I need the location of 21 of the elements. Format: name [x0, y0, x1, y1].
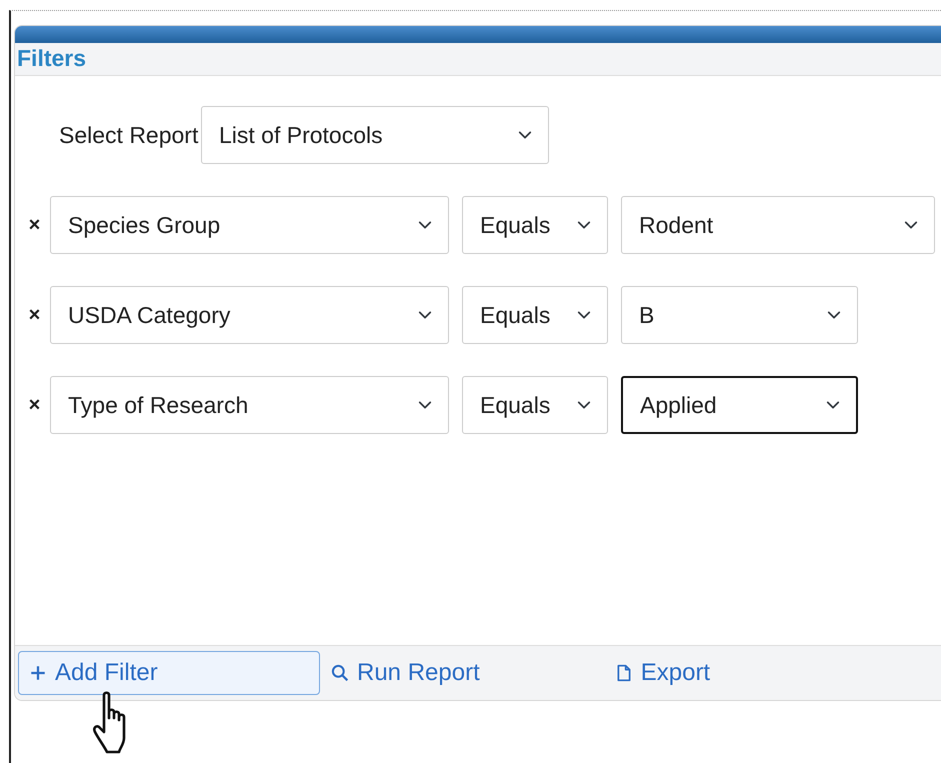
value-select[interactable]: B: [621, 286, 858, 344]
remove-filter-button[interactable]: ×: [19, 390, 50, 420]
export-link[interactable]: Export: [604, 651, 722, 695]
select-report-label: Select Report: [58, 120, 200, 150]
field-select[interactable]: Type of Research: [50, 376, 449, 434]
operator-select[interactable]: Equals: [462, 376, 608, 434]
plus-icon: [29, 664, 47, 682]
value-select[interactable]: Rodent: [621, 196, 935, 254]
run-report-link[interactable]: Run Report: [320, 651, 491, 695]
value-select[interactable]: Applied: [621, 376, 858, 434]
operator-select[interactable]: Equals: [462, 286, 608, 344]
remove-filter-button[interactable]: ×: [19, 210, 50, 240]
operator-select[interactable]: Equals: [462, 196, 608, 254]
field-select[interactable]: USDA Category: [50, 286, 449, 344]
field-select[interactable]: Species Group: [50, 196, 449, 254]
add-filter-button[interactable]: Add Filter: [18, 651, 320, 695]
panel-title: Filters: [15, 43, 941, 76]
document-icon: [614, 664, 633, 682]
search-icon: [331, 664, 349, 682]
report-select[interactable]: List of Protocols: [201, 106, 549, 164]
remove-filter-button[interactable]: ×: [19, 300, 50, 330]
